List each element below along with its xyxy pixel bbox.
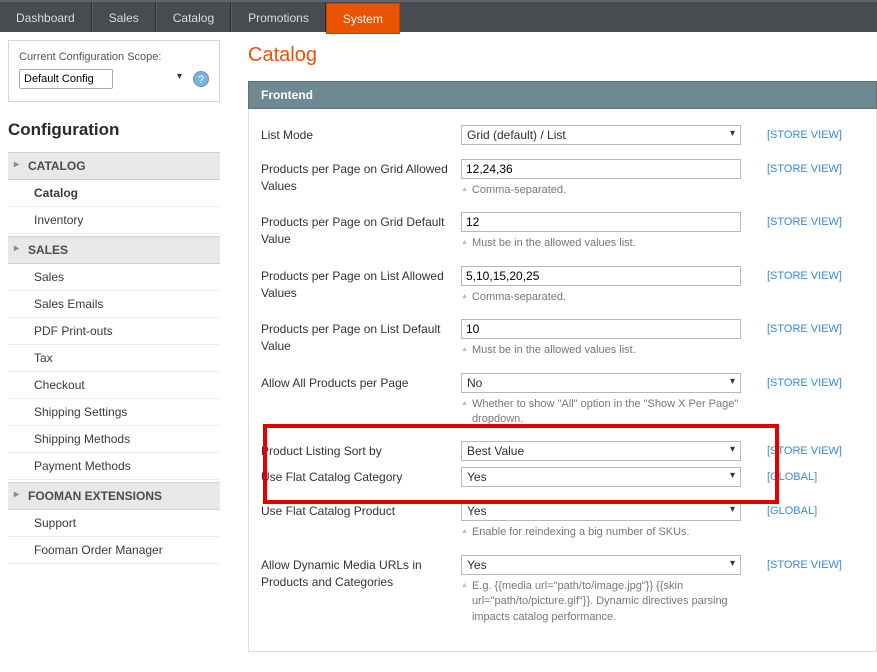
select-list-mode[interactable]: Grid (default) / List: [461, 125, 741, 145]
label-list-allowed: Products per Page on List Allowed Values: [261, 266, 461, 302]
topnav-sales[interactable]: Sales: [92, 2, 156, 32]
scope-list-allowed[interactable]: [STORE VIEW]: [767, 270, 842, 282]
label-grid-allowed: Products per Page on Grid Allowed Values: [261, 159, 461, 195]
select-dyn-media[interactable]: Yes: [461, 555, 741, 575]
scope-allow-all[interactable]: [STORE VIEW]: [767, 377, 842, 389]
input-list-default[interactable]: [461, 319, 741, 339]
navitem-sales-emails[interactable]: Sales Emails: [8, 291, 220, 318]
config-scope-select-wrap: Default Config: [19, 69, 187, 89]
help-icon[interactable]: ?: [193, 71, 209, 87]
config-scope-select[interactable]: Default Config: [19, 69, 113, 89]
navitem-shipping-methods[interactable]: Shipping Methods: [8, 426, 220, 453]
navitem-sales[interactable]: Sales: [8, 264, 220, 291]
select-flat-category[interactable]: Yes: [461, 467, 741, 487]
config-scope-label: Current Configuration Scope:: [19, 51, 209, 63]
topnav-catalog[interactable]: Catalog: [156, 2, 231, 32]
input-grid-default[interactable]: [461, 212, 741, 232]
navgroup-fooman-extensions[interactable]: FOOMAN EXTENSIONS: [8, 482, 220, 510]
label-list-default: Products per Page on List Default Value: [261, 319, 461, 355]
config-scope-box: Current Configuration Scope: Default Con…: [8, 40, 220, 102]
label-flat-category: Use Flat Catalog Category: [261, 467, 461, 486]
label-flat-product: Use Flat Catalog Product: [261, 501, 461, 520]
label-list-mode: List Mode: [261, 125, 461, 144]
topnav-promotions[interactable]: Promotions: [231, 2, 326, 32]
section-body: List Mode Grid (default) / List [STORE V…: [248, 109, 877, 652]
scope-flat-product[interactable]: [GLOBAL]: [767, 505, 817, 517]
scope-list-mode[interactable]: [STORE VIEW]: [767, 129, 842, 141]
hint-grid-default: Must be in the allowed values list.: [461, 236, 745, 251]
hint-grid-allowed: Comma-separated.: [461, 183, 745, 198]
navitem-fooman-order-manager[interactable]: Fooman Order Manager: [8, 537, 220, 564]
hint-allow-all: Whether to show "All" option in the "Sho…: [461, 397, 745, 428]
scope-sort-by[interactable]: [STORE VIEW]: [767, 445, 842, 457]
label-allow-all: Allow All Products per Page: [261, 373, 461, 392]
navitem-checkout[interactable]: Checkout: [8, 372, 220, 399]
label-dyn-media: Allow Dynamic Media URLs in Products and…: [261, 555, 461, 591]
navitem-shipping-settings[interactable]: Shipping Settings: [8, 399, 220, 426]
page-title: Catalog: [248, 44, 877, 67]
top-nav: DashboardSalesCatalogPromotionsSystem: [0, 0, 877, 32]
hint-list-default: Must be in the allowed values list.: [461, 343, 745, 358]
topnav-dashboard[interactable]: Dashboard: [0, 2, 92, 32]
topnav-system[interactable]: System: [326, 3, 400, 34]
navitem-inventory[interactable]: Inventory: [8, 207, 220, 234]
section-head-frontend[interactable]: Frontend: [248, 81, 877, 109]
scope-flat-category[interactable]: [GLOBAL]: [767, 471, 817, 483]
sidebar: Current Configuration Scope: Default Con…: [0, 32, 228, 672]
scope-dyn-media[interactable]: [STORE VIEW]: [767, 559, 842, 571]
navgroup-catalog[interactable]: CATALOG: [8, 152, 220, 180]
select-allow-all[interactable]: No: [461, 373, 741, 393]
select-sort-by[interactable]: Best Value: [461, 441, 741, 461]
navitem-pdf-print-outs[interactable]: PDF Print-outs: [8, 318, 220, 345]
hint-list-allowed: Comma-separated.: [461, 290, 745, 305]
section-frontend: Frontend List Mode Grid (default) / List…: [248, 81, 877, 652]
hint-flat-product: Enable for reindexing a big number of SK…: [461, 525, 745, 540]
main-content: Catalog Frontend List Mode Grid (default…: [228, 32, 877, 672]
scope-grid-default[interactable]: [STORE VIEW]: [767, 216, 842, 228]
highlight-box: [263, 424, 779, 504]
navgroup-sales[interactable]: SALES: [8, 236, 220, 264]
label-grid-default: Products per Page on Grid Default Value: [261, 212, 461, 248]
scope-grid-allowed[interactable]: [STORE VIEW]: [767, 163, 842, 175]
label-sort-by: Product Listing Sort by: [261, 441, 461, 460]
navitem-catalog[interactable]: Catalog: [8, 180, 220, 207]
input-grid-allowed[interactable]: [461, 159, 741, 179]
hint-dyn-media: E.g. {{media url="path/to/image.jpg"}} {…: [461, 579, 745, 625]
configuration-title: Configuration: [8, 120, 220, 140]
input-list-allowed[interactable]: [461, 266, 741, 286]
navitem-tax[interactable]: Tax: [8, 345, 220, 372]
navitem-payment-methods[interactable]: Payment Methods: [8, 453, 220, 480]
navitem-support[interactable]: Support: [8, 510, 220, 537]
select-flat-product[interactable]: Yes: [461, 501, 741, 521]
scope-list-default[interactable]: [STORE VIEW]: [767, 323, 842, 335]
